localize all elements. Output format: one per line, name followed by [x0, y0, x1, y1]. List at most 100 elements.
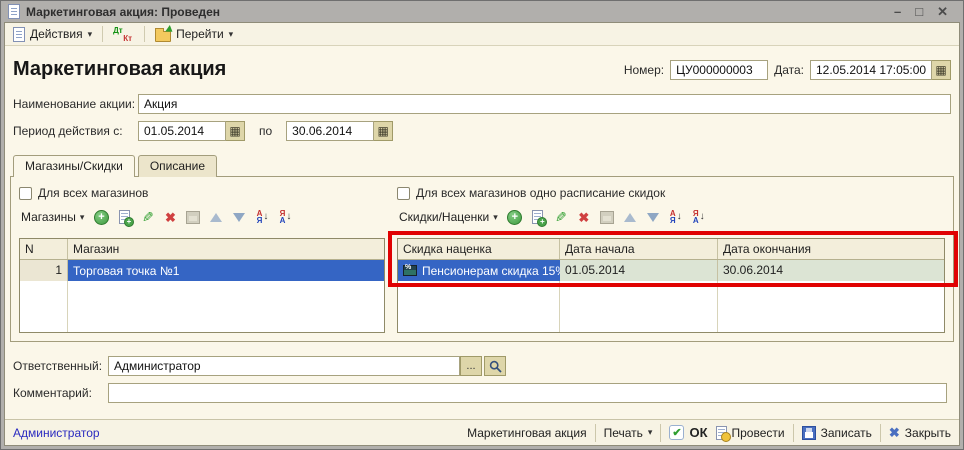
save-button[interactable]: Записать	[802, 426, 872, 440]
statusbar-separator	[660, 424, 661, 442]
page-title: Маркетинговая акция	[13, 58, 226, 81]
date-label: Дата:	[774, 63, 804, 77]
sort-desc-button[interactable]: ЯА ↓	[691, 209, 707, 226]
arrow-up-icon	[210, 213, 222, 222]
table-row[interactable]: 1 Торговая точка №1	[20, 260, 384, 281]
minimize-button[interactable]: –	[894, 5, 901, 18]
close-x-icon: ✖	[889, 425, 900, 441]
tab-shops-discounts[interactable]: Магазины/Скидки	[13, 155, 135, 177]
sort-desc-icon: ЯА	[280, 210, 286, 224]
sort-desc-icon: ЯА	[693, 210, 699, 224]
period-to-label: по	[259, 124, 272, 138]
doc-type-button[interactable]: Маркетинговая акция	[467, 426, 587, 440]
dtkt-button[interactable]: Дт Кт	[110, 25, 137, 44]
name-label: Наименование акции:	[13, 97, 138, 111]
arrow-down-icon	[233, 213, 245, 222]
period-to-field[interactable]	[286, 121, 374, 141]
column-header-start-date: Дата начала	[560, 239, 718, 259]
actions-menu-button[interactable]: Действия ▾	[10, 26, 95, 43]
chevron-down-icon: ▾	[80, 212, 85, 223]
discount-icon: %	[403, 265, 417, 276]
statusbar-separator	[880, 424, 881, 442]
shop-name-cell[interactable]: Торговая точка №1	[68, 260, 384, 281]
chevron-down-icon: ▾	[648, 427, 653, 438]
discounts-table: Скидка наценка Дата начала Дата окончани…	[397, 238, 945, 333]
delete-row-button[interactable]: ✖	[162, 209, 178, 226]
sort-asc-icon: АЯ	[670, 210, 676, 224]
calendar-icon[interactable]: ▦	[374, 121, 393, 141]
close-form-button[interactable]: ✖ Закрыть	[889, 425, 951, 441]
discount-cell[interactable]: % Пенсионерам скидка 15%	[398, 260, 560, 281]
post-button[interactable]: Провести	[716, 426, 785, 440]
ok-button[interactable]: ✔ ОК	[669, 425, 707, 440]
table-row[interactable]: % Пенсионерам скидка 15% 01.05.2014 30.0…	[398, 260, 944, 281]
copy-icon: +	[119, 210, 130, 224]
copy-icon: +	[532, 210, 543, 224]
end-edit-button[interactable]	[599, 209, 615, 226]
statusbar-separator	[793, 424, 794, 442]
column-header-n: N	[20, 239, 68, 259]
start-date-cell[interactable]: 01.05.2014	[560, 260, 718, 281]
responsible-field[interactable]	[108, 356, 460, 376]
sort-asc-button[interactable]: АЯ ↓	[254, 209, 270, 226]
copy-row-button[interactable]: +	[530, 209, 546, 226]
floppy-save-icon	[802, 426, 816, 440]
calendar-icon[interactable]: ▦	[932, 60, 951, 80]
calendar-icon[interactable]: ▦	[226, 121, 245, 141]
magnifier-icon	[489, 360, 502, 373]
number-field[interactable]	[670, 60, 768, 80]
move-down-button[interactable]	[231, 209, 247, 226]
add-row-button[interactable]: +	[507, 209, 523, 226]
maximize-button[interactable]: □	[915, 5, 923, 18]
move-down-button[interactable]	[645, 209, 661, 226]
row-number-cell[interactable]: 1	[20, 260, 68, 281]
column-header-discount: Скидка наценка	[398, 239, 560, 259]
discounts-menu-button[interactable]: Скидки/Наценки ▾	[397, 209, 500, 225]
delete-icon: ✖	[165, 211, 176, 224]
edit-row-button[interactable]: ✎	[139, 209, 155, 226]
discounts-toolbar: Скидки/Наценки ▾ + + ✎ ✖ АЯ ↓ ЯА	[397, 205, 945, 229]
comment-label: Комментарий:	[13, 386, 108, 400]
copy-row-button[interactable]: +	[116, 209, 132, 226]
toolbar-separator	[144, 26, 145, 42]
print-menu-button[interactable]: Печать ▾	[604, 426, 653, 440]
edit-row-button[interactable]: ✎	[553, 209, 569, 226]
add-row-button[interactable]: +	[93, 209, 109, 226]
close-button[interactable]: ✕	[937, 5, 948, 18]
end-edit-button[interactable]	[185, 209, 201, 226]
choose-button[interactable]: ...	[460, 356, 482, 376]
top-toolbar: Действия ▾ Дт Кт Перейти ▾	[5, 23, 959, 46]
shops-toolbar: Магазины ▾ + + ✎ ✖ АЯ ↓ ЯА	[19, 205, 385, 229]
all-shops-checkbox-label: Для всех магазинов	[38, 186, 148, 200]
end-edit-icon	[600, 211, 614, 224]
promo-name-field[interactable]	[138, 94, 951, 114]
move-up-button[interactable]	[208, 209, 224, 226]
dtkt-icon: Дт Кт	[113, 26, 134, 43]
current-user-label: Администратор	[13, 426, 100, 440]
one-schedule-checkbox-label: Для всех магазинов одно расписание скидо…	[416, 186, 665, 200]
one-schedule-checkbox[interactable]	[397, 187, 410, 200]
all-shops-checkbox[interactable]	[19, 187, 32, 200]
arrow-up-icon	[624, 213, 636, 222]
shops-menu-button[interactable]: Магазины ▾	[19, 209, 86, 225]
discounts-table-header: Скидка наценка Дата начала Дата окончани…	[398, 239, 944, 260]
sort-desc-button[interactable]: ЯА ↓	[277, 209, 293, 226]
open-button[interactable]	[484, 356, 506, 376]
shops-table-header: N Магазин	[20, 239, 384, 260]
move-up-button[interactable]	[622, 209, 638, 226]
sort-asc-button[interactable]: АЯ ↓	[668, 209, 684, 226]
actions-menu-label: Действия	[30, 27, 83, 41]
period-from-field[interactable]	[138, 121, 226, 141]
go-menu-button[interactable]: Перейти ▾	[152, 26, 236, 43]
tab-description[interactable]: Описание	[138, 155, 217, 177]
date-field[interactable]	[810, 60, 932, 80]
title-bar: Маркетинговая акция: Проведен – □ ✕	[4, 1, 960, 22]
add-icon: +	[507, 210, 522, 225]
client-area: Действия ▾ Дт Кт Перейти ▾ Маркетинговая…	[4, 22, 960, 446]
ok-check-icon: ✔	[669, 425, 684, 440]
delete-row-button[interactable]: ✖	[576, 209, 592, 226]
end-date-cell[interactable]: 30.06.2014	[718, 260, 944, 281]
comment-field[interactable]	[108, 383, 947, 403]
post-document-icon	[716, 426, 727, 440]
status-bar: Администратор Маркетинговая акция Печать…	[5, 419, 959, 445]
